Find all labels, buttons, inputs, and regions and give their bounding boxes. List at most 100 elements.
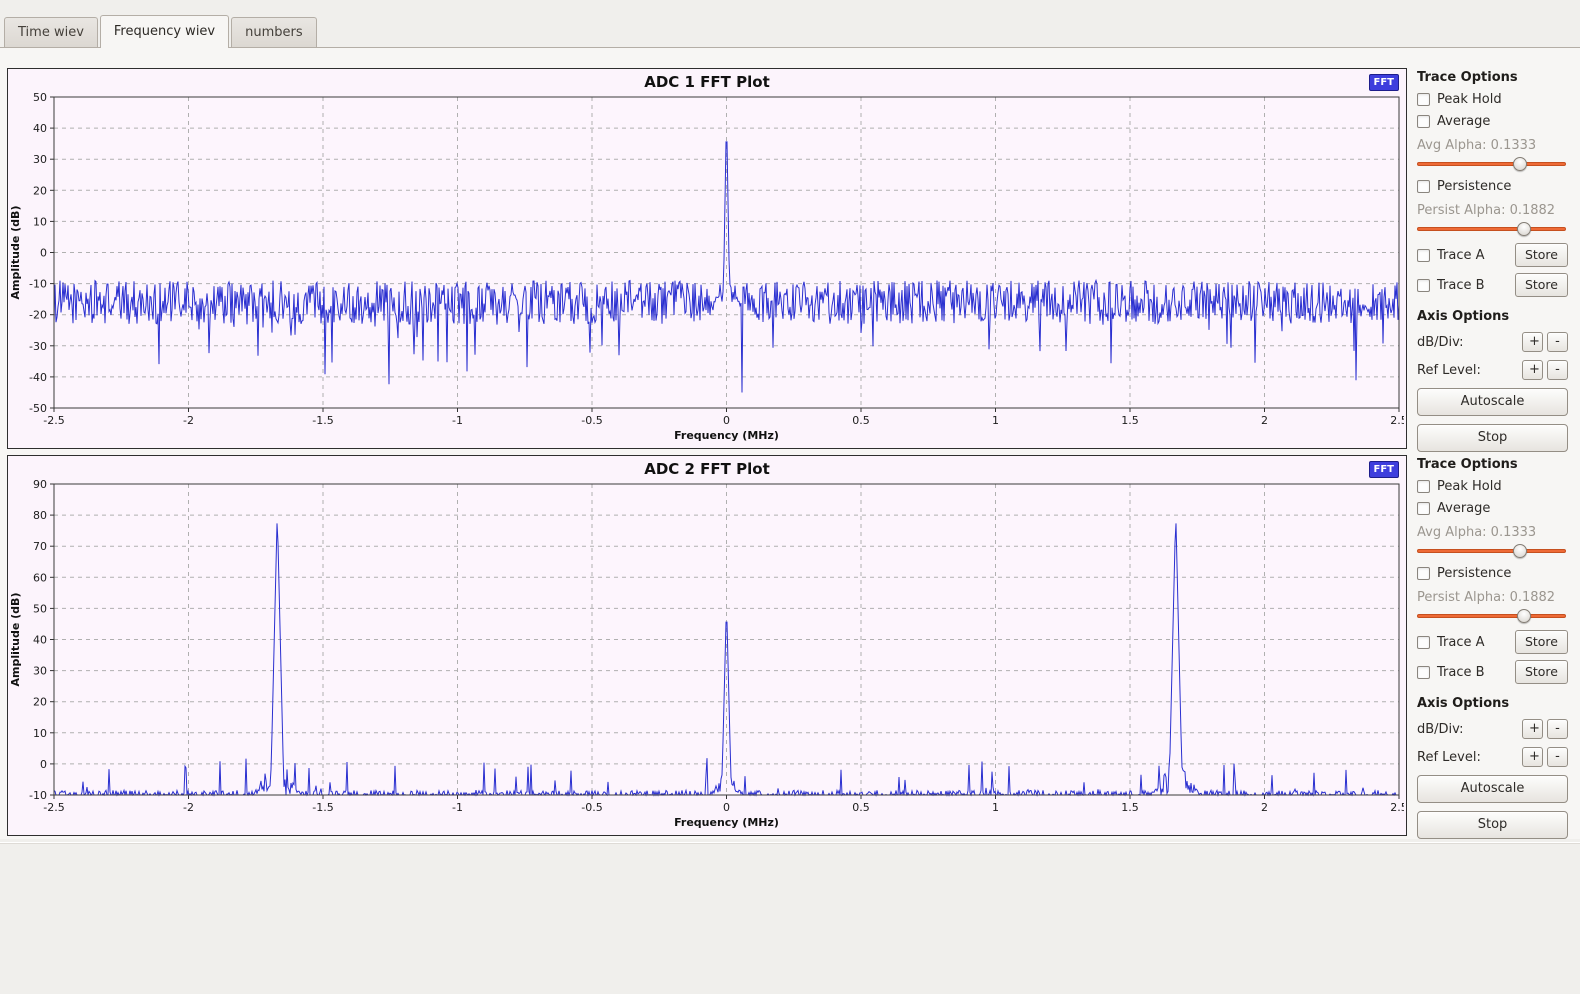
adc1-control-panel: Trace Options Peak Hold Average Avg Alph…	[1407, 68, 1576, 452]
ref-level-plus-button[interactable]: +	[1522, 747, 1543, 767]
persistence-label: Persistence	[1437, 179, 1511, 194]
peak-hold-checkbox[interactable]	[1417, 93, 1430, 106]
svg-text:10: 10	[33, 215, 47, 228]
trace-b-label: Trace B	[1437, 665, 1485, 680]
svg-text:-10: -10	[29, 789, 47, 802]
persistence-row: Persistence	[1417, 179, 1568, 194]
svg-text:-2: -2	[183, 801, 194, 814]
ref-level-label: Ref Level:	[1417, 750, 1518, 765]
db-div-label: dB/Div:	[1417, 722, 1518, 737]
svg-text:1.5: 1.5	[1121, 801, 1139, 814]
fft-badge[interactable]: FFT	[1369, 74, 1399, 91]
average-label: Average	[1437, 501, 1490, 516]
slider-track	[1417, 614, 1566, 618]
svg-text:2.5: 2.5	[1390, 414, 1404, 427]
svg-text:-30: -30	[29, 340, 47, 353]
svg-text:-2: -2	[183, 414, 194, 427]
svg-text:0: 0	[723, 801, 730, 814]
average-row: Average	[1417, 501, 1568, 516]
peak-hold-row: Peak Hold	[1417, 92, 1568, 107]
trace-b-row: Trace B Store	[1417, 273, 1568, 297]
autoscale-button[interactable]: Autoscale	[1417, 388, 1568, 416]
persist-alpha-slider[interactable]	[1417, 221, 1566, 237]
trace-b-checkbox[interactable]	[1417, 666, 1430, 679]
ref-level-minus-button[interactable]: -	[1547, 747, 1568, 767]
svg-text:2.5: 2.5	[1390, 801, 1404, 814]
ref-level-minus-button[interactable]: -	[1547, 360, 1568, 380]
svg-text:80: 80	[33, 509, 47, 522]
svg-text:1: 1	[992, 801, 999, 814]
axis-options-heading: Axis Options	[1417, 694, 1568, 711]
db-div-minus-button[interactable]: -	[1547, 332, 1568, 352]
average-label: Average	[1437, 114, 1490, 129]
tab-time-view[interactable]: Time wiev	[4, 17, 98, 47]
svg-text:70: 70	[33, 540, 47, 553]
average-checkbox[interactable]	[1417, 115, 1430, 128]
frequency-view-page: ADC 1 FFT Plot FFT -2.5-2-1.5-1-0.500.51…	[0, 48, 1580, 839]
peak-hold-row: Peak Hold	[1417, 479, 1568, 494]
svg-text:-40: -40	[29, 371, 47, 384]
trace-b-label: Trace B	[1437, 278, 1485, 293]
autoscale-button[interactable]: Autoscale	[1417, 775, 1568, 803]
axis-options-heading: Axis Options	[1417, 307, 1568, 324]
persistence-checkbox[interactable]	[1417, 567, 1430, 580]
store-trace-a-button[interactable]: Store	[1515, 630, 1568, 654]
peak-hold-label: Peak Hold	[1437, 479, 1502, 494]
slider-handle[interactable]	[1513, 157, 1527, 171]
svg-text:-20: -20	[29, 309, 47, 322]
trace-a-checkbox[interactable]	[1417, 636, 1430, 649]
fft-badge[interactable]: FFT	[1369, 461, 1399, 478]
average-row: Average	[1417, 114, 1568, 129]
persist-alpha-slider[interactable]	[1417, 608, 1566, 624]
avg-alpha-slider[interactable]	[1417, 543, 1566, 559]
store-trace-b-button[interactable]: Store	[1515, 273, 1568, 297]
svg-text:Amplitude (dB): Amplitude (dB)	[9, 206, 22, 300]
persistence-label: Persistence	[1437, 566, 1511, 581]
adc1-fft-chart[interactable]: -2.5-2-1.5-1-0.500.511.522.5-50-40-30-20…	[8, 91, 1404, 445]
svg-text:2: 2	[1261, 801, 1268, 814]
svg-text:50: 50	[33, 602, 47, 615]
slider-track	[1417, 227, 1566, 231]
persist-alpha-label: Persist Alpha: 0.1882	[1417, 203, 1568, 218]
db-div-minus-button[interactable]: -	[1547, 719, 1568, 739]
trace-a-row: Trace A Store	[1417, 243, 1568, 267]
avg-alpha-slider[interactable]	[1417, 156, 1566, 172]
trace-b-checkbox[interactable]	[1417, 279, 1430, 292]
trace-a-row: Trace A Store	[1417, 630, 1568, 654]
trace-a-checkbox[interactable]	[1417, 249, 1430, 262]
average-checkbox[interactable]	[1417, 502, 1430, 515]
svg-text:Frequency (MHz): Frequency (MHz)	[674, 429, 779, 442]
svg-text:30: 30	[33, 153, 47, 166]
svg-text:50: 50	[33, 91, 47, 104]
ref-level-plus-button[interactable]: +	[1522, 360, 1543, 380]
svg-text:-50: -50	[29, 402, 47, 415]
trace-options-heading: Trace Options	[1417, 68, 1568, 85]
ref-level-row: Ref Level: + -	[1417, 747, 1568, 767]
svg-text:-2.5: -2.5	[43, 414, 64, 427]
persistence-row: Persistence	[1417, 566, 1568, 581]
peak-hold-checkbox[interactable]	[1417, 480, 1430, 493]
persistence-checkbox[interactable]	[1417, 180, 1430, 193]
slider-handle[interactable]	[1513, 544, 1527, 558]
stop-button[interactable]: Stop	[1417, 811, 1568, 839]
svg-text:-1.5: -1.5	[312, 414, 333, 427]
avg-alpha-label: Avg Alpha: 0.1333	[1417, 525, 1568, 540]
slider-handle[interactable]	[1517, 222, 1531, 236]
trace-options-heading: Trace Options	[1417, 455, 1568, 472]
store-trace-b-button[interactable]: Store	[1515, 660, 1568, 684]
ref-level-label: Ref Level:	[1417, 363, 1518, 378]
adc2-row: ADC 2 FFT Plot FFT -2.5-2-1.5-1-0.500.51…	[7, 455, 1576, 839]
avg-alpha-label: Avg Alpha: 0.1333	[1417, 138, 1568, 153]
stop-button[interactable]: Stop	[1417, 424, 1568, 452]
store-trace-a-button[interactable]: Store	[1515, 243, 1568, 267]
svg-text:10: 10	[33, 727, 47, 740]
adc2-fft-chart[interactable]: -2.5-2-1.5-1-0.500.511.522.5-10010203040…	[8, 478, 1404, 832]
persist-alpha-label: Persist Alpha: 0.1882	[1417, 590, 1568, 605]
tab-numbers[interactable]: numbers	[231, 17, 317, 47]
tab-frequency-view[interactable]: Frequency wiev	[100, 15, 229, 48]
db-div-plus-button[interactable]: +	[1522, 719, 1543, 739]
db-div-plus-button[interactable]: +	[1522, 332, 1543, 352]
slider-handle[interactable]	[1517, 609, 1531, 623]
svg-text:1: 1	[992, 414, 999, 427]
svg-text:-2.5: -2.5	[43, 801, 64, 814]
